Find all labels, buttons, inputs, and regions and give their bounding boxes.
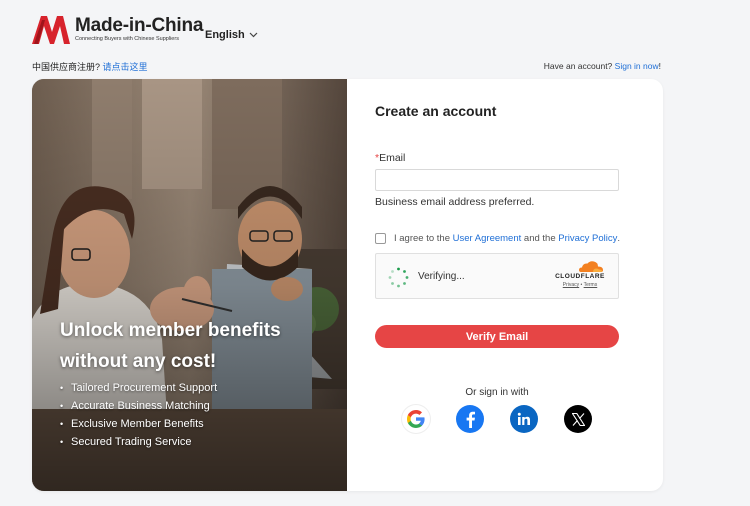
language-selector[interactable]: English bbox=[205, 29, 258, 41]
supplier-register-link[interactable]: 请点击这里 bbox=[103, 62, 148, 72]
google-signin-button[interactable] bbox=[402, 405, 430, 433]
form-title: Create an account bbox=[375, 103, 497, 119]
captcha-privacy-link[interactable]: Privacy bbox=[563, 282, 579, 288]
sign-in-suffix: ! bbox=[658, 61, 661, 71]
cloudflare-cloud-icon bbox=[579, 261, 603, 272]
signup-form: Create an account *Email Business email … bbox=[375, 79, 663, 491]
made-in-china-logo-icon bbox=[32, 16, 70, 44]
captcha-terms-link[interactable]: Terms bbox=[584, 282, 598, 288]
account-prompt: Have an account? bbox=[543, 61, 613, 71]
linkedin-signin-button[interactable] bbox=[510, 405, 538, 433]
supplier-register-line: 中国供应商注册? 请点击这里 bbox=[32, 60, 148, 73]
benefit-item: Tailored Procurement Support bbox=[60, 379, 217, 397]
hero-title-line-2: without any cost! bbox=[60, 351, 217, 372]
sign-in-link[interactable]: Sign in now bbox=[615, 61, 659, 71]
x-signin-button[interactable] bbox=[564, 405, 592, 433]
email-hint: Business email address preferred. bbox=[375, 196, 535, 208]
supplier-prompt: 中国供应商注册? bbox=[32, 62, 101, 72]
x-icon bbox=[571, 412, 585, 426]
agreement-row: I agree to the User Agreement and the Pr… bbox=[375, 233, 620, 244]
benefit-item: Accurate Business Matching bbox=[60, 397, 217, 415]
cloudflare-brand: CLOUDFLARE bbox=[555, 273, 605, 280]
benefit-item: Exclusive Member Benefits bbox=[60, 415, 217, 433]
signup-card: Unlock member benefits without any cost!… bbox=[32, 79, 663, 491]
account-prompt-line: Have an account? Sign in now! bbox=[544, 61, 661, 71]
user-agreement-link[interactable]: User Agreement bbox=[453, 233, 522, 244]
email-input[interactable] bbox=[375, 169, 619, 191]
agree-prefix: I agree to the bbox=[394, 233, 450, 244]
cloudflare-links: Privacy • Terms bbox=[552, 281, 608, 289]
logo-tagline: Connecting Buyers with Chinese Suppliers bbox=[75, 35, 179, 42]
linkedin-icon bbox=[517, 412, 530, 425]
language-label: English bbox=[205, 29, 245, 41]
chevron-down-icon bbox=[249, 32, 258, 38]
social-login-row bbox=[402, 405, 592, 435]
agree-middle: and the bbox=[521, 233, 559, 244]
cloudflare-logo: CLOUDFLARE Privacy • Terms bbox=[552, 260, 608, 289]
verify-email-button[interactable]: Verify Email bbox=[375, 325, 619, 348]
hero-panel: Unlock member benefits without any cost!… bbox=[32, 79, 347, 491]
email-label: *Email bbox=[375, 152, 405, 164]
or-sign-in-label: Or sign in with bbox=[465, 387, 529, 398]
site-logo[interactable]: Made-in-China Connecting Buyers with Chi… bbox=[32, 14, 203, 44]
logo-name: Made-in-China bbox=[75, 14, 204, 36]
benefit-item: Secured Trading Service bbox=[60, 433, 217, 451]
agreement-checkbox[interactable] bbox=[375, 233, 386, 244]
facebook-icon bbox=[466, 411, 475, 428]
benefits-list: Tailored Procurement Support Accurate Bu… bbox=[60, 379, 217, 451]
hero-title: Unlock member benefits without any cost! bbox=[60, 315, 281, 377]
facebook-signin-button[interactable] bbox=[456, 405, 484, 433]
loading-spinner-icon bbox=[388, 267, 409, 288]
email-label-text: Email bbox=[379, 152, 406, 164]
cloudflare-captcha[interactable]: Verifying... CLOUDFLARE Privacy • Terms bbox=[375, 253, 619, 299]
hero-title-line-1: Unlock member benefits bbox=[60, 320, 281, 341]
captcha-status: Verifying... bbox=[418, 271, 465, 282]
privacy-policy-link[interactable]: Privacy Policy bbox=[558, 233, 617, 244]
google-icon bbox=[407, 410, 425, 428]
agree-suffix: . bbox=[617, 233, 621, 244]
